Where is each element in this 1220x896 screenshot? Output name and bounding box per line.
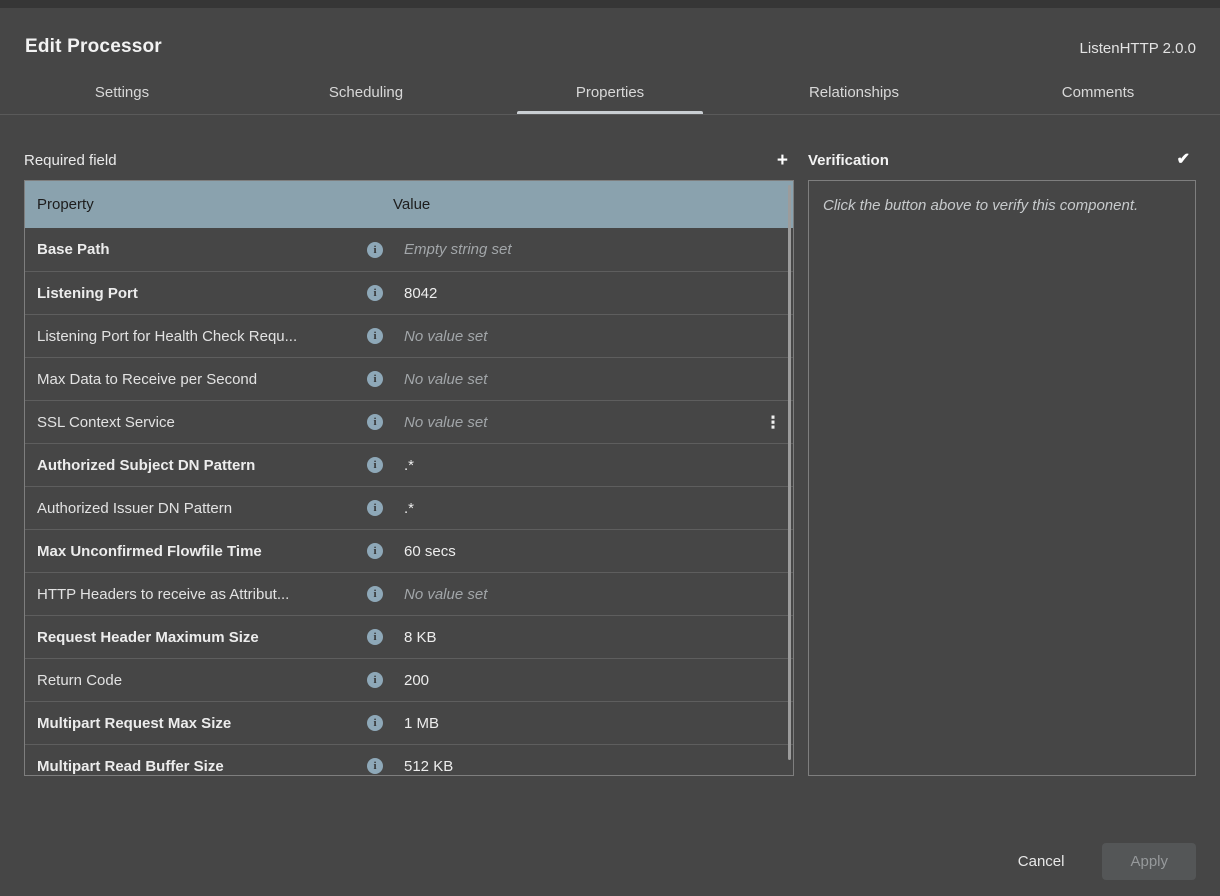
info-icon[interactable]: i	[367, 758, 383, 774]
table-row[interactable]: Request Header Maximum Size i 8 KB ⋮	[25, 615, 793, 658]
property-name: Listening Port	[37, 285, 367, 302]
property-value[interactable]: Empty string set	[393, 241, 753, 258]
processor-type-version: ListenHTTP 2.0.0	[1080, 40, 1196, 58]
info-icon[interactable]: i	[367, 328, 383, 344]
property-name: Authorized Subject DN Pattern	[37, 457, 367, 474]
verification-panel: Click the button above to verify this co…	[808, 180, 1196, 776]
tab-comments[interactable]: Comments	[976, 74, 1220, 114]
table-header: Property Value	[25, 181, 793, 228]
info-icon[interactable]: i	[367, 457, 383, 473]
table-row[interactable]: SSL Context Service i No value set ⋮	[25, 400, 793, 443]
property-name: Multipart Request Max Size	[37, 715, 367, 732]
dialog-top-edge	[0, 0, 1220, 8]
tab-bar: Settings Scheduling Properties Relations…	[0, 74, 1220, 115]
property-value[interactable]: 8042	[393, 285, 753, 302]
table-row[interactable]: Multipart Request Max Size i 1 MB ⋮	[25, 701, 793, 744]
info-icon[interactable]: i	[367, 371, 383, 387]
dialog-title: Edit Processor	[25, 36, 162, 58]
property-value[interactable]: 1 MB	[393, 715, 753, 732]
property-value[interactable]: .*	[393, 457, 753, 474]
property-name: Listening Port for Health Check Requ...	[37, 328, 367, 345]
info-icon[interactable]: i	[367, 543, 383, 559]
verification-label: Verification	[808, 152, 889, 169]
table-row[interactable]: Base Path i Empty string set ⋮	[25, 228, 793, 271]
table-row[interactable]: Return Code i 200 ⋮	[25, 658, 793, 701]
column-header-property: Property	[37, 196, 367, 213]
tab-relationships[interactable]: Relationships	[732, 74, 976, 114]
property-value[interactable]: No value set	[393, 586, 753, 603]
tab-label: Settings	[95, 84, 149, 101]
info-icon[interactable]: i	[367, 715, 383, 731]
verification-header-row: Verification ✔	[808, 143, 1196, 177]
table-row[interactable]: Listening Port i 8042 ⋮	[25, 271, 793, 314]
info-icon[interactable]: i	[367, 672, 383, 688]
tab-label: Scheduling	[329, 84, 403, 101]
cancel-button[interactable]: Cancel	[1010, 843, 1073, 880]
property-value[interactable]: No value set	[393, 371, 753, 388]
required-field-header-row: Required field +	[24, 143, 794, 177]
table-row[interactable]: Listening Port for Health Check Requ... …	[25, 314, 793, 357]
info-icon[interactable]: i	[367, 242, 383, 258]
table-row[interactable]: Authorized Subject DN Pattern i .* ⋮	[25, 443, 793, 486]
apply-button[interactable]: Apply	[1102, 843, 1196, 880]
required-field-label: Required field	[24, 152, 117, 169]
tab-scheduling[interactable]: Scheduling	[244, 74, 488, 114]
tab-label: Relationships	[809, 84, 899, 101]
property-name: Base Path	[37, 241, 367, 258]
property-value[interactable]: 512 KB	[393, 758, 753, 775]
property-value[interactable]: .*	[393, 500, 753, 517]
check-icon: ✔	[1177, 151, 1190, 168]
property-name: Request Header Maximum Size	[37, 629, 367, 646]
property-name: Authorized Issuer DN Pattern	[37, 500, 367, 517]
plus-icon: +	[777, 150, 788, 171]
info-icon[interactable]: i	[367, 500, 383, 516]
tab-settings[interactable]: Settings	[0, 74, 244, 114]
tab-label: Properties	[576, 84, 644, 101]
property-value[interactable]: No value set	[393, 414, 753, 431]
property-name: Max Unconfirmed Flowfile Time	[37, 543, 367, 560]
info-icon[interactable]: i	[367, 586, 383, 602]
verify-button[interactable]: ✔	[1171, 148, 1196, 172]
properties-table: Property Value Base Path i Empty string …	[24, 180, 794, 776]
property-name: Multipart Read Buffer Size	[37, 758, 367, 775]
tab-label: Comments	[1062, 84, 1135, 101]
tab-properties[interactable]: Properties	[488, 74, 732, 114]
table-row[interactable]: Max Unconfirmed Flowfile Time i 60 secs …	[25, 529, 793, 572]
property-value[interactable]: No value set	[393, 328, 753, 345]
property-name: HTTP Headers to receive as Attribut...	[37, 586, 367, 603]
property-value[interactable]: 200	[393, 672, 753, 689]
table-body: Base Path i Empty string set ⋮ Listening…	[25, 228, 793, 776]
verification-message: Click the button above to verify this co…	[823, 197, 1138, 214]
info-icon[interactable]: i	[367, 629, 383, 645]
add-property-button[interactable]: +	[771, 147, 794, 174]
table-row[interactable]: Authorized Issuer DN Pattern i .* ⋮	[25, 486, 793, 529]
table-row[interactable]: HTTP Headers to receive as Attribut... i…	[25, 572, 793, 615]
property-name: Max Data to Receive per Second	[37, 371, 367, 388]
dialog-footer: Cancel Apply	[1010, 843, 1196, 880]
table-row[interactable]: Max Data to Receive per Second i No valu…	[25, 357, 793, 400]
property-value[interactable]: 8 KB	[393, 629, 753, 646]
more-options-icon[interactable]: ⋮	[753, 414, 793, 431]
info-icon[interactable]: i	[367, 414, 383, 430]
column-header-value: Value	[393, 196, 753, 213]
dialog-header: Edit Processor ListenHTTP 2.0.0	[0, 8, 1220, 58]
property-name: SSL Context Service	[37, 414, 367, 431]
property-name: Return Code	[37, 672, 367, 689]
table-row[interactable]: Multipart Read Buffer Size i 512 KB ⋮	[25, 744, 793, 776]
info-icon[interactable]: i	[367, 285, 383, 301]
table-scrollbar[interactable]	[788, 185, 791, 760]
property-value[interactable]: 60 secs	[393, 543, 753, 560]
